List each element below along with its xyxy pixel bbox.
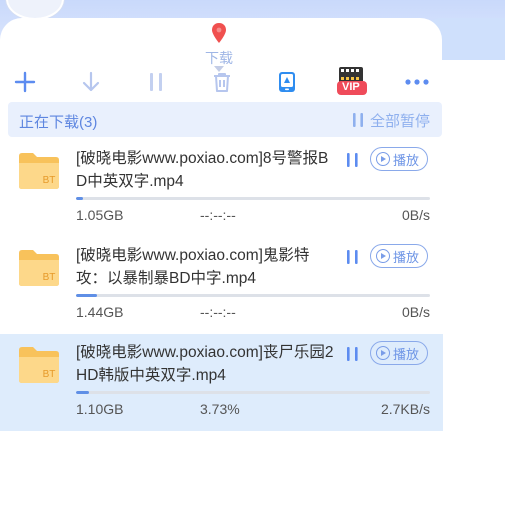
list-item[interactable]: BT [破晓电影www.poxiao.com]丧尸乐园2HD韩版中英双字.mp4… — [0, 334, 443, 431]
play-label: 播放 — [393, 346, 420, 362]
download-speed: 2.7KB/s — [380, 401, 430, 417]
add-icon — [14, 71, 36, 93]
play-icon — [376, 346, 390, 360]
progress-bar — [76, 391, 430, 394]
play-label: 播放 — [393, 249, 420, 265]
folder-tag: BT — [43, 272, 56, 283]
more-button[interactable] — [401, 66, 433, 98]
file-name: [破晓电影www.poxiao.com]丧尸乐园2HD韩版中英双字.mp4 — [76, 344, 334, 384]
pause-icon — [352, 113, 363, 127]
downloading-title: 正在下载(3) — [19, 114, 98, 131]
pause-all-label: 全部暂停 — [369, 112, 430, 130]
play-button[interactable]: 播放 — [370, 244, 428, 268]
folder-icon: BT — [19, 347, 59, 383]
map-pin-icon — [212, 23, 226, 43]
download-list: BT [破晓电影www.poxiao.com]8号警报BD中英双字.mp4 播放… — [0, 140, 443, 431]
file-size: 1.10GB — [76, 401, 124, 417]
progress-bar — [76, 294, 430, 297]
play-label: 播放 — [393, 152, 420, 168]
progress-fill — [76, 197, 84, 200]
pause-all-button[interactable]: 全部暂停 — [352, 109, 430, 131]
vip-button[interactable]: VIP — [333, 66, 373, 98]
vip-label: VIP — [342, 81, 360, 93]
list-item[interactable]: BT [破晓电影www.poxiao.com]8号警报BD中英双字.mp4 播放… — [0, 140, 443, 237]
delete-button[interactable] — [206, 66, 238, 98]
pause-icon[interactable] — [345, 344, 361, 364]
downloading-header: 正在下载(3) 全部暂停 — [8, 102, 442, 137]
file-name: [破晓电影www.poxiao.com]鬼影特攻：以暴制暴BD中字.mp4 — [76, 247, 310, 287]
download-speed: 0B/s — [401, 207, 430, 223]
progress-fill — [76, 391, 90, 394]
trash-icon — [214, 73, 230, 92]
progress-fill — [76, 294, 98, 297]
pause-icon[interactable] — [345, 247, 361, 267]
file-size: 1.44GB — [76, 304, 124, 320]
tab-download-label: 下载 — [205, 50, 233, 66]
folder-icon: BT — [19, 250, 59, 286]
pause-button[interactable] — [140, 66, 172, 98]
progress-text: --:--:-- — [200, 207, 236, 223]
download-speed: 0B/s — [401, 304, 430, 320]
start-download-button[interactable] — [75, 66, 107, 98]
more-icon — [405, 79, 429, 85]
play-button[interactable]: 播放 — [370, 147, 428, 171]
progress-text: 3.73% — [200, 401, 240, 417]
pause-icon[interactable] — [345, 150, 361, 170]
folder-icon: BT — [19, 153, 59, 189]
pause-icon — [150, 73, 162, 91]
folder-tag: BT — [43, 369, 56, 380]
play-button[interactable]: 播放 — [370, 341, 428, 365]
phone-app-button[interactable] — [271, 66, 303, 98]
toolbar: VIP — [0, 66, 442, 98]
progress-text: --:--:-- — [200, 304, 236, 320]
download-arrow-icon — [82, 71, 100, 92]
progress-bar — [76, 197, 430, 200]
play-icon — [376, 152, 390, 166]
phone-app-icon — [279, 72, 295, 92]
play-icon — [376, 249, 390, 263]
add-button[interactable] — [9, 66, 41, 98]
file-size: 1.05GB — [76, 207, 124, 223]
folder-tag: BT — [43, 175, 56, 186]
file-name: [破晓电影www.poxiao.com]8号警报BD中英双字.mp4 — [76, 150, 329, 190]
list-item[interactable]: BT [破晓电影www.poxiao.com]鬼影特攻：以暴制暴BD中字.mp4… — [0, 237, 443, 334]
